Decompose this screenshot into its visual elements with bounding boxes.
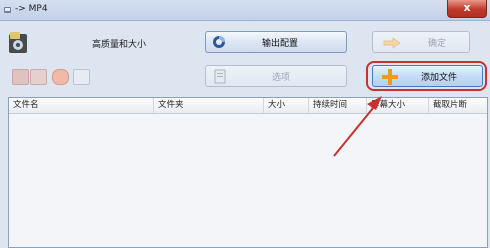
- column-header[interactable]: 文件夹: [154, 98, 264, 113]
- options-button[interactable]: 选项: [205, 65, 347, 87]
- column-header[interactable]: 持续时间: [309, 98, 367, 113]
- output-config-button[interactable]: 输出配置: [205, 31, 347, 53]
- confirm-button[interactable]: 确定: [372, 31, 470, 53]
- main-panel: 高质量和大小 输出配置 确定 选项 添加文件 文件名 文件夹 大小 持续时间 屏…: [0, 21, 490, 248]
- format-icon: [9, 32, 27, 53]
- file-list-header: 文件名 文件夹 大小 持续时间 屏幕大小 截取片断: [9, 98, 487, 114]
- confirm-label: 确定: [428, 38, 447, 49]
- toolbar-icon-1[interactable]: [12, 69, 29, 85]
- toolbar-icon-3[interactable]: [52, 69, 69, 85]
- column-header[interactable]: 文件名: [9, 98, 154, 113]
- column-header[interactable]: 截取片断: [429, 98, 487, 113]
- arrow-right-icon: [383, 37, 401, 49]
- options-icon: [214, 69, 226, 84]
- highlight-ring: [366, 61, 487, 91]
- toolbar-icon-4[interactable]: [73, 69, 90, 85]
- output-config-label: 输出配置: [262, 38, 299, 49]
- close-button[interactable]: x: [447, 0, 487, 18]
- output-config-icon: [213, 36, 225, 48]
- toolbar-icon-2[interactable]: [30, 69, 47, 85]
- window-title: -> MP4: [15, 4, 48, 14]
- options-label: 选项: [272, 72, 291, 83]
- app-window-icon: [4, 7, 11, 13]
- title-bar: -> MP4 x: [0, 0, 490, 21]
- column-header[interactable]: 屏幕大小: [367, 98, 429, 113]
- column-header[interactable]: 大小: [264, 98, 309, 113]
- quality-label: 高质量和大小: [92, 40, 147, 50]
- file-list[interactable]: 文件名 文件夹 大小 持续时间 屏幕大小 截取片断: [8, 97, 488, 248]
